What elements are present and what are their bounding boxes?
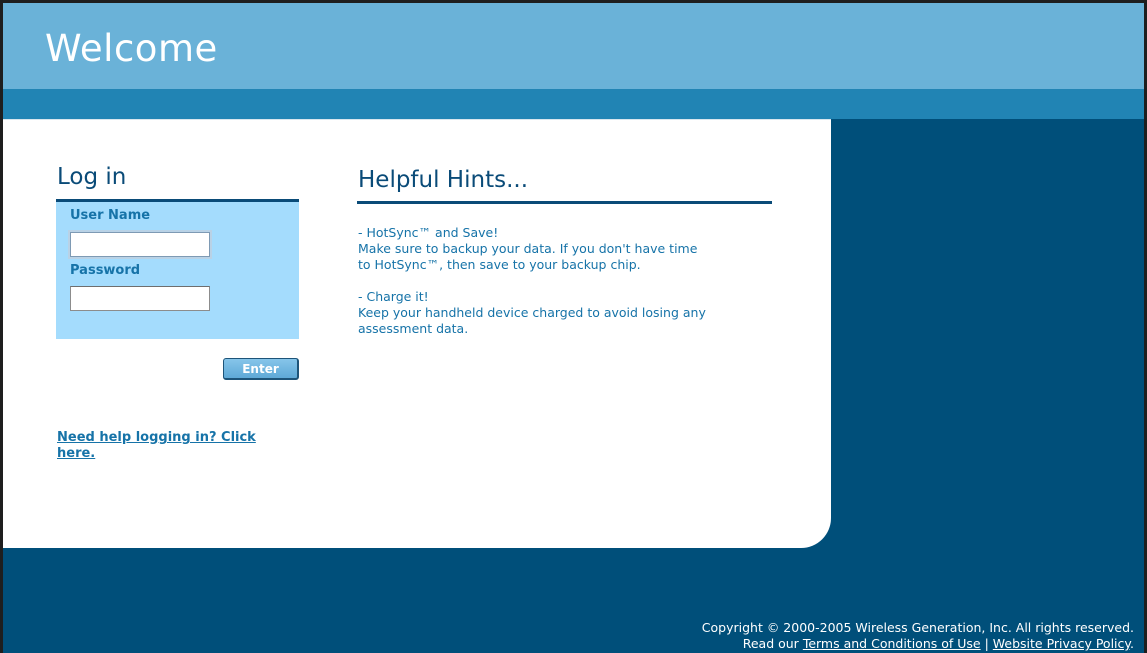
- hint-item: - HotSync™ and Save! Make sure to backup…: [358, 225, 778, 273]
- username-label: User Name: [70, 208, 151, 223]
- page-title: Welcome: [45, 27, 218, 70]
- login-help-link[interactable]: Need help logging in? Click here.: [57, 430, 277, 462]
- hint-title: - HotSync™ and Save!: [358, 225, 499, 240]
- hint-text: Keep your handheld device charged to avo…: [358, 305, 706, 320]
- footer-separator: |: [984, 636, 989, 651]
- hint-text: to HotSync™, then save to your backup ch…: [358, 257, 641, 272]
- hint-text: assessment data.: [358, 321, 469, 336]
- enter-button[interactable]: Enter: [223, 358, 299, 380]
- password-input[interactable]: [70, 286, 210, 311]
- hints-heading-divider: [357, 201, 772, 204]
- login-heading: Log in: [57, 164, 127, 190]
- footer: Copyright © 2000-2005 Wireless Generatio…: [702, 620, 1134, 652]
- hint-title: - Charge it!: [358, 289, 429, 304]
- copyright-text: Copyright © 2000-2005 Wireless Generatio…: [701, 620, 1134, 635]
- hints-list: - HotSync™ and Save! Make sure to backup…: [358, 225, 778, 353]
- footer-links: Read our Terms and Conditions of Use | W…: [702, 636, 1134, 652]
- hint-text: Make sure to backup your data. If you do…: [358, 241, 698, 256]
- footer-read-our: Read our: [742, 636, 799, 651]
- header-bar: Welcome: [3, 3, 1144, 89]
- header-band: [3, 89, 1144, 119]
- password-label: Password: [70, 263, 141, 278]
- hints-heading: Helpful Hints...: [358, 167, 529, 193]
- hint-item: - Charge it! Keep your handheld device c…: [358, 289, 778, 337]
- terms-link[interactable]: Terms and Conditions of Use: [803, 636, 981, 651]
- username-input[interactable]: [70, 232, 210, 257]
- footer-period: .: [1130, 636, 1134, 651]
- privacy-link[interactable]: Website Privacy Policy: [993, 636, 1130, 651]
